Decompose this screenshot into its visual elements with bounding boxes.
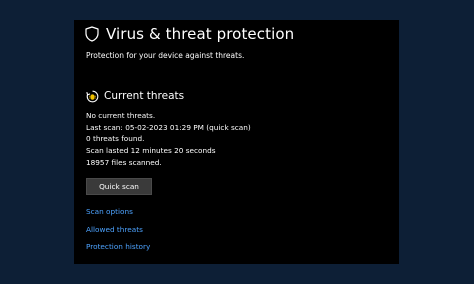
scan-info: No current threats. Last scan: 05-02-202…: [86, 110, 251, 169]
section-title-current-threats: Current threats: [104, 90, 185, 102]
page-subtitle: Protection for your device against threa…: [86, 51, 245, 60]
page-title: Virus & threat protection: [106, 25, 295, 43]
shield-icon: [85, 26, 99, 42]
files-scanned-text: 18957 files scanned.: [86, 157, 162, 167]
allowed-threats-link[interactable]: Allowed threats: [86, 225, 143, 234]
scan-duration-text: Scan lasted 12 minutes 20 seconds: [86, 146, 216, 156]
quick-scan-button[interactable]: Quick scan: [86, 178, 152, 195]
protection-history-link[interactable]: Protection history: [86, 242, 150, 251]
threats-found-text: 0 threats found.: [86, 134, 145, 144]
last-scan-text: Last scan: 05-02-2023 01:29 PM (quick sc…: [86, 122, 251, 132]
current-threats-header: Current threats: [86, 88, 184, 104]
virus-threat-protection-panel: Virus & threat protection Protection for…: [74, 20, 399, 264]
threat-scan-icon: [86, 90, 99, 102]
header: Virus & threat protection: [85, 23, 294, 45]
threat-status-text: No current threats.: [86, 111, 156, 120]
scan-options-link[interactable]: Scan options: [86, 207, 133, 216]
